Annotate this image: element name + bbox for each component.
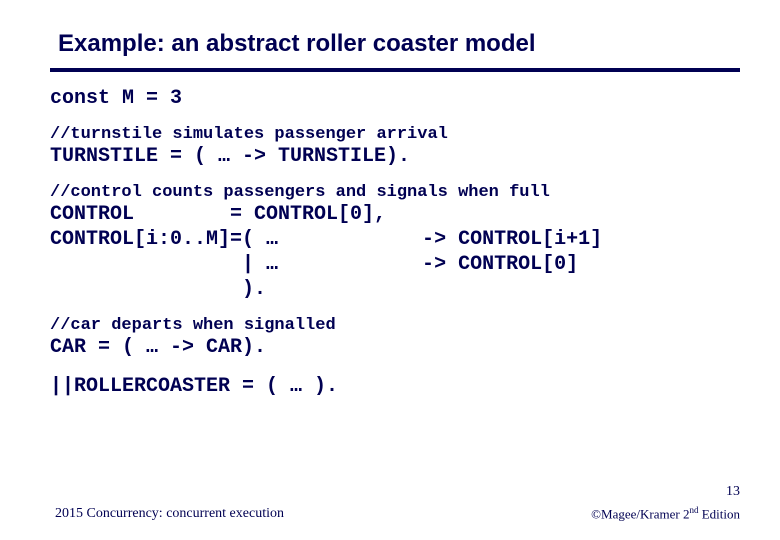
const-line: const M = 3 [50,86,740,111]
footer-ed-suffix: Edition [698,506,740,521]
footer-copyright: ©Magee/Kramer [591,506,683,521]
control-block: //control counts passengers and signals … [50,183,740,302]
title-rule [50,68,740,72]
page-number: 13 [726,484,740,500]
car-def: CAR = ( … -> CAR). [50,335,740,360]
rollercoaster-def: ||ROLLERCOASTER = ( … ). [50,374,740,399]
control-line-4: ). [50,277,740,302]
turnstile-def: TURNSTILE = ( … -> TURNSTILE). [50,144,740,169]
turnstile-block: //turnstile simulates passenger arrival … [50,125,740,169]
slide: Example: an abstract roller coaster mode… [0,0,780,399]
control-line-1: CONTROL = CONTROL[0], [50,202,740,227]
slide-title: Example: an abstract roller coaster mode… [58,30,740,58]
car-block: //car departs when signalled CAR = ( … -… [50,316,740,360]
footer-right: ©Magee/Kramer 2nd Edition [591,505,740,522]
control-line-2: CONTROL[i:0..M]=( … -> CONTROL[i+1] [50,227,740,252]
turnstile-comment: //turnstile simulates passenger arrival [50,125,740,144]
control-line-3: | … -> CONTROL[0] [50,252,740,277]
footer-left: 2015 Concurrency: concurrent execution [55,506,284,522]
car-comment: //car departs when signalled [50,316,740,335]
control-comment: //control counts passengers and signals … [50,183,740,202]
